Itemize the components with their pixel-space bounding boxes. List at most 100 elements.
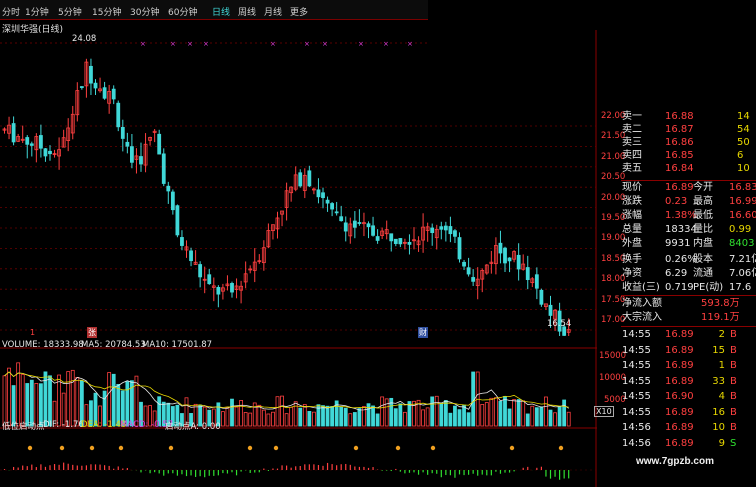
volume-bar bbox=[48, 375, 52, 427]
high-price-marker: 24.08 bbox=[72, 34, 97, 44]
event-marker-zhang[interactable]: 张 bbox=[87, 327, 97, 338]
volume-bar bbox=[280, 395, 284, 427]
volume-bar bbox=[453, 405, 457, 427]
period-tab-timeshare[interactable]: 分时 bbox=[2, 5, 20, 18]
volume-bar bbox=[539, 406, 544, 427]
tick-row: 14:55 16.89 33 B bbox=[597, 375, 756, 389]
candle-body bbox=[307, 170, 312, 187]
candle-body bbox=[407, 241, 412, 245]
sell-level-row: 卖五 16.84 10 bbox=[597, 162, 756, 176]
volume-bar bbox=[421, 409, 426, 427]
event-marker-1[interactable]: 1 bbox=[30, 328, 35, 337]
quote-panel: 卖一 16.88 14 卖二 16.87 54 卖三 16.86 50 卖四 16.85 6 卖五 16.… bbox=[597, 110, 756, 487]
volume-bar bbox=[307, 411, 312, 427]
candle-body bbox=[79, 86, 84, 88]
macd-signal: 启动点A: 0.00 bbox=[165, 422, 221, 432]
candle-body bbox=[321, 192, 325, 199]
volume-bar bbox=[439, 403, 444, 427]
volume-ma5: MA5: 20784.53 bbox=[81, 340, 146, 350]
quote-info-value: 16.89 bbox=[665, 182, 694, 193]
quote-info-row: 收益(三) 0.719 PE(动) 17.6 bbox=[597, 281, 756, 295]
flow-value: 119.1万 bbox=[701, 312, 740, 323]
candle-body bbox=[366, 223, 371, 228]
period-tab-daily[interactable]: 日线 bbox=[212, 5, 230, 18]
flow-label: 净流入额 bbox=[622, 298, 662, 309]
event-marker-cai[interactable]: 财 bbox=[418, 327, 428, 338]
candle-body bbox=[89, 65, 93, 84]
quote-info-label: 涨跌 bbox=[622, 196, 642, 207]
period-tab-1min[interactable]: 1分钟 bbox=[25, 5, 49, 18]
indicator-name[interactable]: 低位启动点 bbox=[2, 420, 45, 432]
sell-level-price: 16.85 bbox=[665, 150, 694, 161]
period-tab-weekly[interactable]: 周线 bbox=[238, 5, 256, 18]
quote-info-value-2: 7.21亿 bbox=[729, 254, 756, 265]
tick-price: 16.89 bbox=[665, 329, 694, 340]
signal-point-marker bbox=[430, 445, 436, 451]
period-tab-15min[interactable]: 15分钟 bbox=[92, 5, 121, 18]
volume-bar bbox=[239, 400, 244, 427]
candle-body bbox=[330, 203, 335, 210]
candle-body bbox=[325, 199, 330, 204]
period-tab-5min[interactable]: 5分钟 bbox=[58, 5, 82, 18]
volume-bar bbox=[457, 409, 462, 427]
tick-volume: 2 bbox=[718, 329, 725, 340]
sell-level-volume: 50 bbox=[737, 137, 750, 148]
top-signal-marker: × bbox=[203, 40, 209, 48]
period-tab-60min[interactable]: 60分钟 bbox=[168, 5, 197, 18]
tick-time: 14:55 bbox=[622, 329, 651, 340]
quote-info-label-2: 流通 bbox=[693, 268, 713, 279]
tick-volume: 15 bbox=[712, 344, 725, 356]
signal-point-marker bbox=[509, 445, 515, 451]
signal-point-marker bbox=[118, 445, 124, 451]
volume-bar bbox=[107, 372, 112, 427]
candle-body bbox=[357, 222, 362, 224]
quote-info-label: 现价 bbox=[622, 182, 642, 193]
candle-body bbox=[503, 247, 507, 264]
candle-body bbox=[139, 156, 143, 165]
quote-info-value: 0.26% bbox=[665, 254, 697, 265]
tick-price: 16.90 bbox=[665, 391, 694, 402]
quote-info-value-2: 7.06亿 bbox=[729, 268, 756, 279]
candle-body bbox=[11, 123, 16, 143]
candle-body bbox=[43, 148, 48, 157]
candle-body bbox=[352, 220, 357, 228]
quote-info-value: 0.23 bbox=[665, 196, 688, 207]
tick-volume: 33 bbox=[712, 375, 725, 387]
candle-body bbox=[29, 143, 34, 146]
volume-bar bbox=[321, 405, 325, 427]
sell-level-label: 卖二 bbox=[622, 124, 642, 135]
volume-bar bbox=[402, 411, 407, 427]
tick-price: 16.89 bbox=[665, 422, 694, 433]
volume-bar bbox=[293, 401, 298, 427]
sell-level-price: 16.84 bbox=[665, 163, 694, 174]
quote-info-value-2: 0.99 bbox=[729, 224, 752, 235]
sell-level-row: 卖二 16.87 54 bbox=[597, 123, 756, 137]
candle-body bbox=[389, 233, 394, 242]
tick-time: 14:55 bbox=[622, 344, 651, 356]
sell-level-row: 卖四 16.85 6 bbox=[597, 149, 756, 163]
quote-info-label: 净资 bbox=[622, 268, 642, 279]
chart-area[interactable]: × × × × × × × × × × bbox=[0, 20, 597, 487]
flow-label: 大宗流入 bbox=[622, 312, 662, 323]
volume-bar bbox=[380, 396, 385, 427]
sell-level-price: 16.87 bbox=[665, 124, 694, 135]
period-tab-30min[interactable]: 30分钟 bbox=[130, 5, 159, 18]
volume-bar bbox=[343, 407, 348, 427]
candle-body bbox=[457, 237, 462, 260]
candle-body bbox=[498, 242, 503, 254]
signal-point-marker bbox=[273, 445, 279, 451]
volume-bar bbox=[521, 400, 526, 427]
candle-body bbox=[462, 261, 466, 267]
candle-body bbox=[170, 191, 175, 211]
candle-body bbox=[129, 146, 134, 163]
volume-ma10: MA10: 17501.87 bbox=[142, 340, 213, 350]
tick-price: 16.89 bbox=[665, 360, 694, 371]
top-signal-marker: × bbox=[322, 40, 328, 48]
candle-body bbox=[443, 225, 448, 231]
sell-level-volume: 6 bbox=[737, 150, 744, 161]
period-tab-monthly[interactable]: 月线 bbox=[264, 5, 282, 18]
sell-level-row: 卖一 16.88 14 bbox=[597, 110, 756, 124]
quote-info-row: 涨幅 1.38% 最低 16.60 bbox=[597, 209, 756, 223]
signal-point-marker bbox=[558, 445, 564, 451]
period-tab-more[interactable]: 更多 bbox=[290, 5, 308, 18]
